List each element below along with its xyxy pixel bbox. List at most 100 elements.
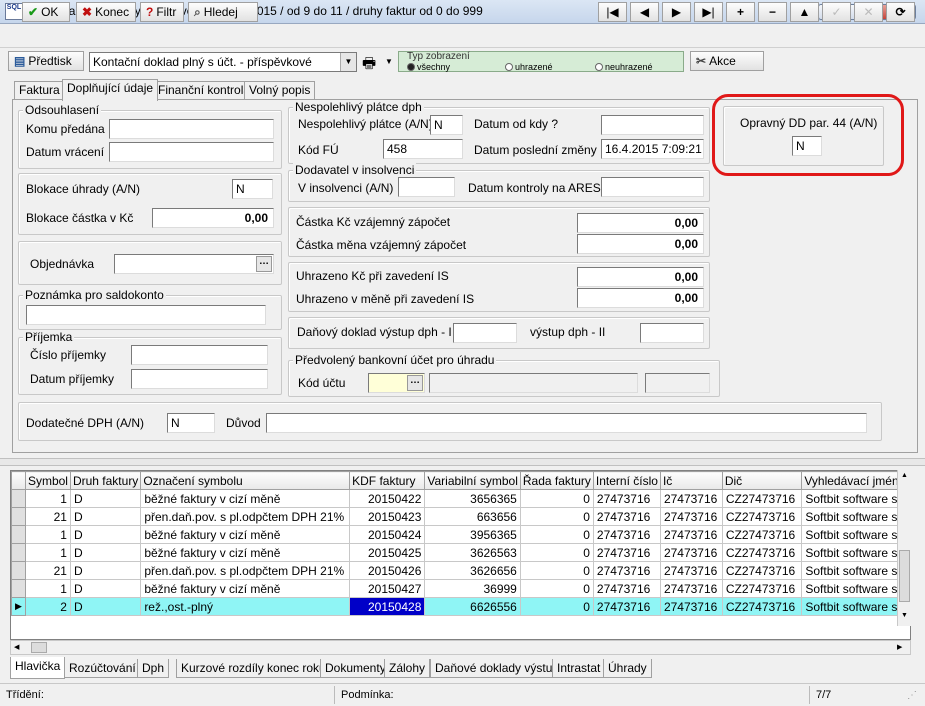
v-insolvenci-field[interactable] — [398, 177, 455, 197]
confirm-record-button[interactable]: ✓ — [822, 2, 851, 22]
tab-hlavicka[interactable]: Hlavička — [10, 657, 66, 679]
table-cell[interactable]: D — [69, 507, 142, 526]
table-cell[interactable]: 27473716 — [659, 543, 723, 562]
tab-intrastat[interactable]: Intrastat — [552, 659, 606, 678]
table-cell[interactable]: 27473716 — [592, 579, 661, 598]
nespolehlivy-platce-field[interactable]: N — [430, 115, 463, 135]
column-header[interactable]: Symbol — [24, 471, 71, 490]
column-header[interactable]: Vyhledávací jmén — [801, 471, 910, 490]
table-cell[interactable]: 20150425 — [349, 543, 426, 562]
blokace-castka-field[interactable]: 0,00 — [152, 208, 274, 228]
akce-button[interactable]: ✂ Akce — [690, 51, 764, 71]
cancel-record-button[interactable]: ✕ — [854, 2, 883, 22]
table-cell[interactable]: CZ27473716 — [721, 525, 803, 544]
tab-dph[interactable]: Dph — [137, 659, 170, 678]
scroll-up-icon[interactable]: ▲ — [899, 472, 910, 479]
tab-faktura[interactable]: Faktura — [14, 81, 65, 100]
table-cell[interactable]: 27473716 — [659, 597, 723, 616]
table-row[interactable]: 21 Dpřen.daň.pov. s pl.odpčtem DPH 21% 201… — [11, 561, 910, 580]
predtisk-button[interactable]: ▤ Předtisk — [8, 51, 84, 71]
table-cell[interactable]: 27473716 — [592, 489, 661, 508]
table-cell[interactable]: 27473716 — [592, 525, 661, 544]
castka-mena-zapocet-field[interactable]: 0,00 — [577, 234, 704, 254]
table-cell[interactable]: 0 — [519, 543, 594, 562]
prev-record-button[interactable]: ◀ — [630, 2, 659, 22]
vystup-i-field[interactable] — [453, 323, 517, 343]
cislo-prijemky-field[interactable] — [131, 345, 268, 365]
table-cell[interactable]: 21 — [24, 561, 71, 580]
table-cell[interactable]: 1 — [24, 543, 71, 562]
kod-fu-field[interactable]: 458 — [383, 139, 463, 159]
table-cell[interactable]: 6626556 — [424, 597, 521, 616]
table-cell[interactable]: 20150427 — [349, 579, 426, 598]
table-cell[interactable]: 0 — [519, 507, 594, 526]
splitter-handle[interactable] — [0, 458, 925, 466]
form-select[interactable]: Kontační doklad plný s účt. - příspěvkov… — [89, 52, 357, 72]
table-cell[interactable]: 20150428 — [349, 597, 426, 616]
table-cell[interactable]: 27473716 — [592, 507, 661, 526]
table-cell[interactable]: běžné faktury v cizí měně — [140, 489, 351, 508]
table-cell[interactable]: přen.daň.pov. s pl.odpčtem DPH 21% — [140, 561, 351, 580]
scroll-left-icon[interactable]: ◀ — [14, 643, 19, 651]
hledej-button[interactable]: ⌕ Hledej — [188, 2, 258, 22]
row-indicator[interactable] — [11, 561, 26, 580]
row-indicator[interactable] — [11, 507, 26, 526]
table-cell[interactable]: CZ27473716 — [721, 507, 803, 526]
printer-icon[interactable]: 🖶 — [362, 53, 376, 78]
table-cell[interactable]: CZ27473716 — [721, 489, 803, 508]
datum-ares-field[interactable] — [601, 177, 704, 197]
table-cell[interactable]: běžné faktury v cizí měně — [140, 579, 351, 598]
kod-uctu-field[interactable]: … — [368, 373, 425, 393]
row-indicator[interactable] — [11, 525, 26, 544]
table-row[interactable]: 1 Dběžné faktury v cizí měně 20150424 39563… — [11, 525, 910, 544]
table-cell[interactable]: 27473716 — [659, 579, 723, 598]
table-cell[interactable]: rež.,ost.-plný — [140, 597, 351, 616]
table-row[interactable]: 1 Dběžné faktury v cizí měně 20150427 36999… — [11, 579, 910, 598]
table-cell[interactable]: 0 — [519, 561, 594, 580]
add-record-button[interactable]: + — [726, 2, 755, 22]
konec-button[interactable]: ✖ Konec — [76, 2, 136, 22]
table-cell[interactable]: 2 — [24, 597, 71, 616]
blokace-uhrady-field[interactable]: N — [232, 179, 273, 199]
table-cell[interactable]: Softbit software s.r — [801, 507, 910, 526]
view-option-unpaid[interactable]: neuhrazené — [595, 62, 653, 72]
column-header[interactable]: Interní číslo — [592, 471, 661, 490]
tab-doplnujici-udaje[interactable]: Doplňující údaje — [62, 79, 159, 101]
datum-od-field[interactable] — [601, 115, 704, 135]
table-cell[interactable]: CZ27473716 — [721, 579, 803, 598]
table-cell[interactable]: Softbit software s.r — [801, 489, 910, 508]
table-cell[interactable]: 20150424 — [349, 525, 426, 544]
table-cell[interactable]: 0 — [519, 597, 594, 616]
last-record-button[interactable]: ▶| — [694, 2, 723, 22]
tab-rozuctovani[interactable]: Rozúčtování — [64, 659, 141, 678]
filtr-button[interactable]: ? Filtr — [140, 2, 184, 22]
uhrazeno-kc-field[interactable]: 0,00 — [577, 267, 704, 287]
column-header[interactable]: Variabilní symbol — [424, 471, 521, 490]
ok-button[interactable]: ✔ OK — [22, 2, 70, 22]
table-cell[interactable]: 27473716 — [592, 597, 661, 616]
uhrazeno-mena-field[interactable]: 0,00 — [577, 288, 704, 308]
scroll-thumb[interactable] — [31, 642, 47, 653]
table-cell[interactable]: běžné faktury v cizí měně — [140, 543, 351, 562]
table-cell[interactable]: 20150423 — [349, 507, 426, 526]
datum-vraceni-field[interactable] — [109, 142, 274, 162]
table-cell[interactable]: 3626656 — [424, 561, 521, 580]
tab-financni-kontrola[interactable]: Finanční kontrola — [153, 81, 256, 100]
table-cell[interactable]: 27473716 — [592, 543, 661, 562]
datum-zmeny-field[interactable]: 16.4.2015 7:09:21 — [601, 139, 704, 159]
browse-icon[interactable]: … — [407, 375, 423, 391]
table-cell[interactable]: D — [69, 597, 142, 616]
table-cell[interactable]: Softbit software s.r — [801, 525, 910, 544]
table-cell[interactable]: 0 — [519, 489, 594, 508]
next-record-button[interactable]: ▶ — [662, 2, 691, 22]
delete-record-button[interactable]: − — [758, 2, 787, 22]
table-cell[interactable]: D — [69, 525, 142, 544]
table-cell[interactable]: 36999 — [424, 579, 521, 598]
scroll-right-icon[interactable]: ▶ — [897, 643, 902, 651]
tab-zalohy[interactable]: Zálohy — [384, 659, 431, 678]
table-cell[interactable]: 3956365 — [424, 525, 521, 544]
table-cell[interactable]: Softbit software s.r — [801, 561, 910, 580]
vertical-scrollbar[interactable]: ▲ ▼ — [897, 470, 911, 626]
row-indicator[interactable] — [11, 579, 26, 598]
browse-icon[interactable]: … — [256, 256, 272, 272]
